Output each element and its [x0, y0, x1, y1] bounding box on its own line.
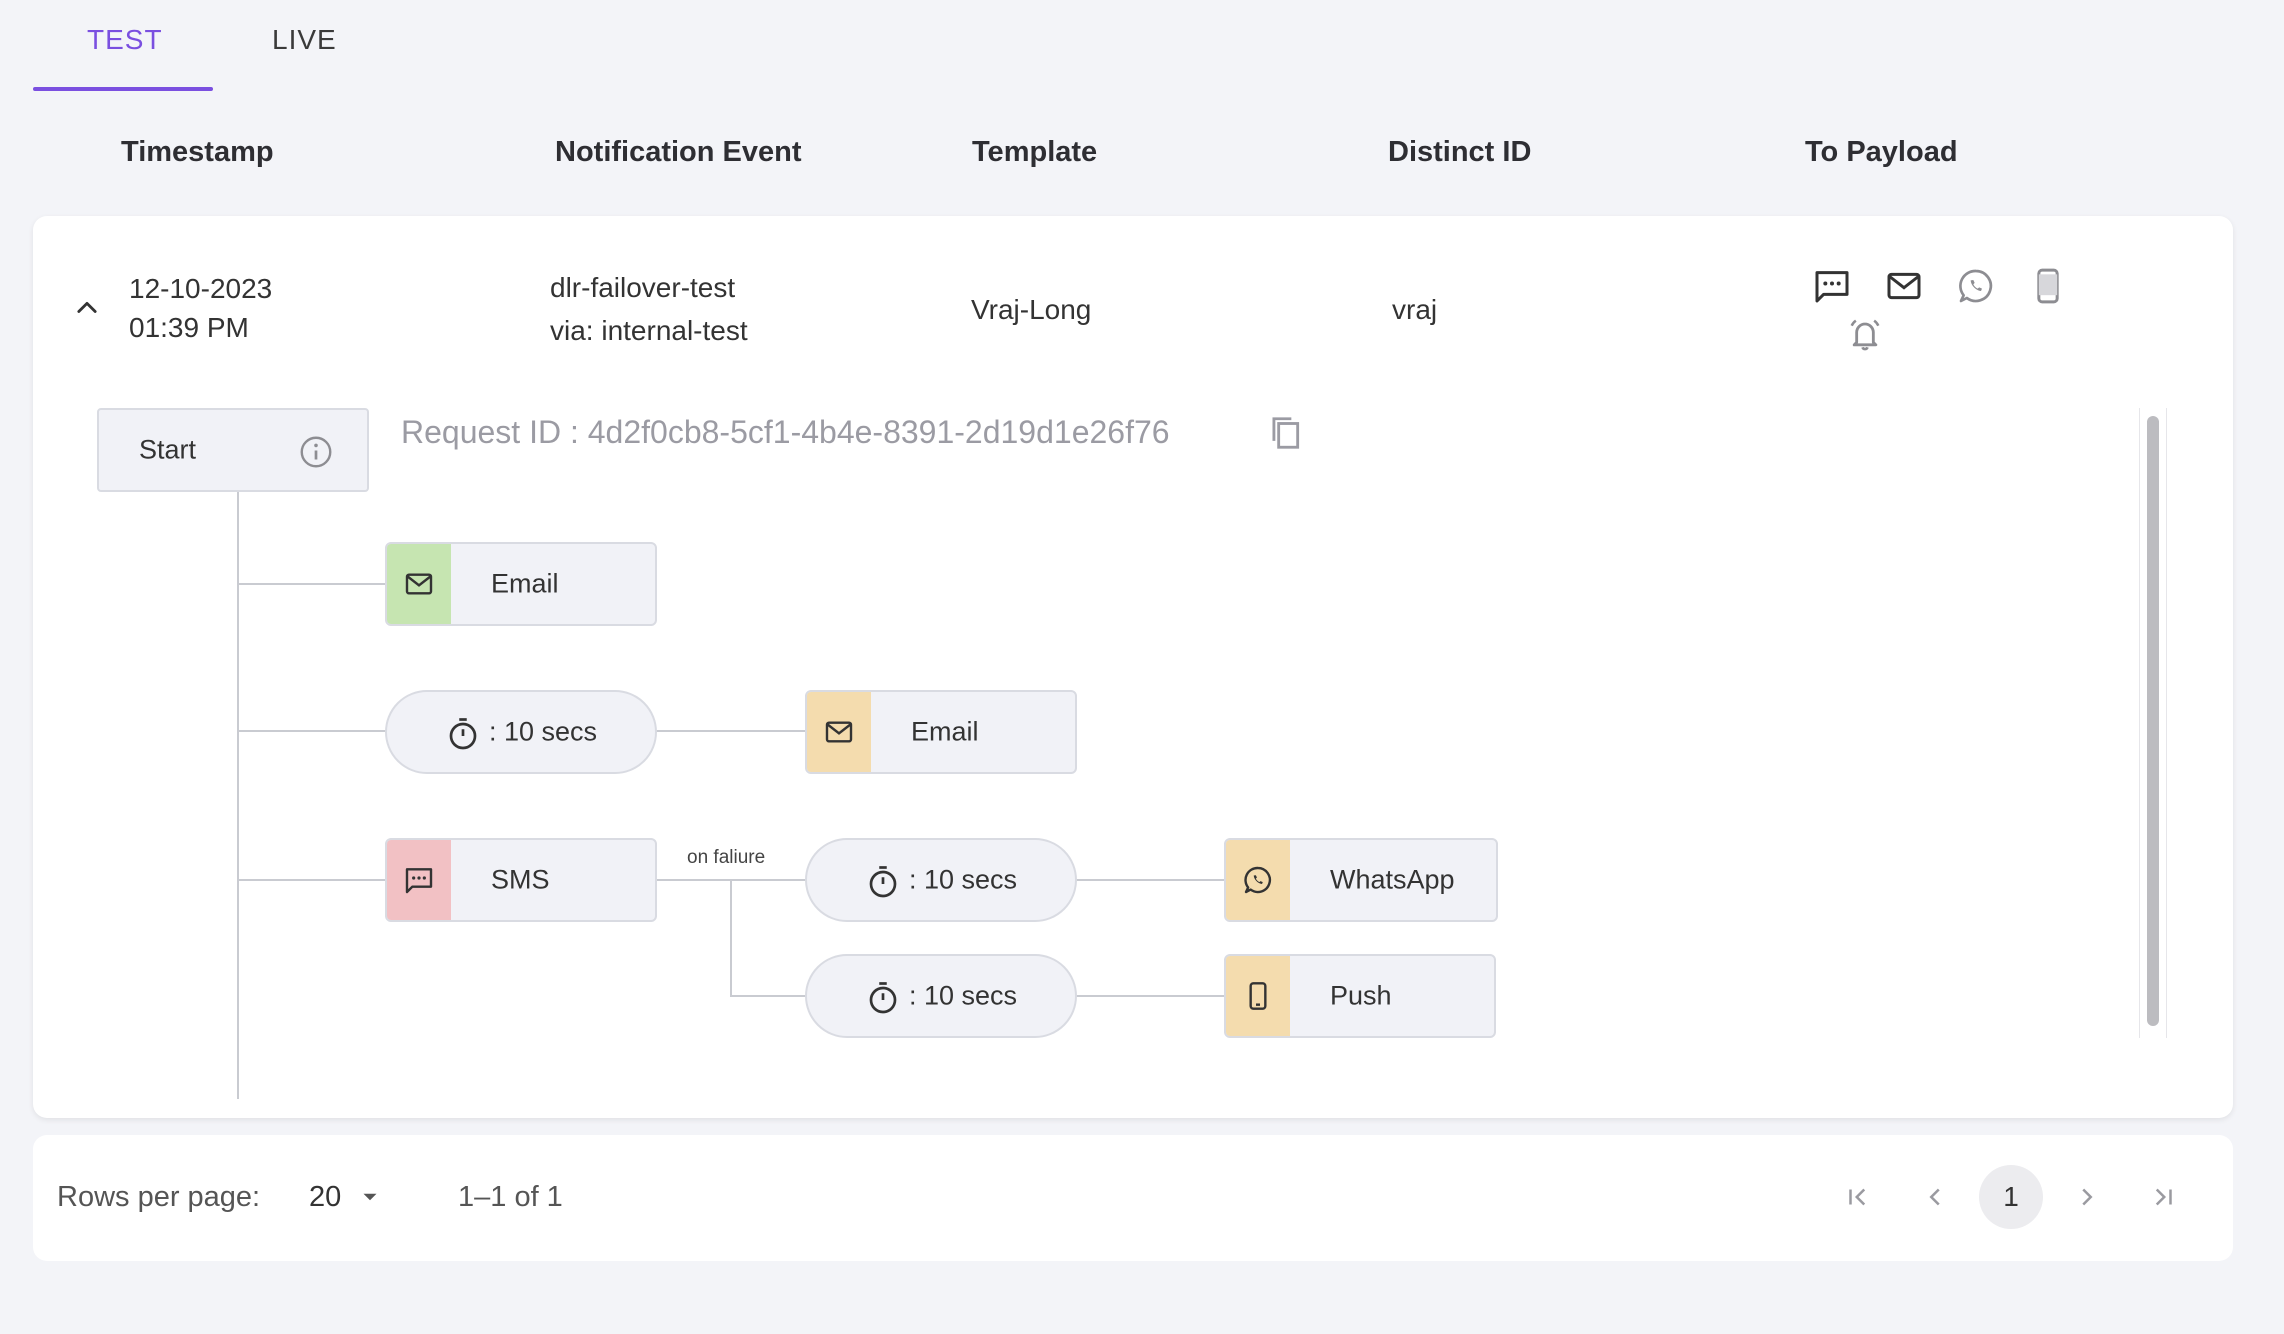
previous-page-button[interactable] — [1903, 1165, 1967, 1229]
on-failure-label: on faliure — [687, 847, 766, 868]
whatsapp-status-indicator — [1226, 840, 1290, 920]
first-page-button[interactable] — [1826, 1165, 1890, 1229]
start-node[interactable]: Start — [97, 408, 369, 492]
whatsapp-icon — [1244, 866, 1272, 894]
tab-live[interactable]: LIVE — [272, 24, 337, 56]
connector-line — [1075, 995, 1225, 997]
email-status-indicator — [387, 544, 451, 624]
connector-line — [237, 879, 387, 881]
expanded-table-row: 12-10-2023 01:39 PM dlr-failover-test vi… — [33, 216, 2233, 1118]
column-header-notification-event: Notification Event — [555, 136, 802, 168]
start-label: Start — [139, 434, 197, 465]
connector-line — [237, 730, 387, 732]
email-node-label: Email — [491, 568, 559, 599]
last-page-icon — [2155, 1188, 2172, 1206]
workflow-diagram: Start Request ID : 4d2f0cb8-5cf1-4b4e-83… — [33, 216, 2233, 1118]
pagination-bar: Rows per page: 20 1–1 of 1 1 — [33, 1135, 2233, 1261]
tab-test[interactable]: TEST — [87, 24, 163, 56]
caret-down-icon — [363, 1193, 377, 1201]
rows-per-page-select[interactable]: 20 — [309, 1175, 383, 1219]
sms-node[interactable]: SMS — [385, 838, 657, 922]
delay-label: : 10 secs — [489, 716, 598, 747]
page-1-button[interactable]: 1 — [1979, 1165, 2043, 1229]
push-node-label: Push — [1330, 980, 1392, 1011]
connector-line — [730, 995, 806, 997]
delay-node[interactable]: : 10 secs — [805, 954, 1077, 1038]
column-header-template: Template — [972, 136, 1098, 168]
connector-line — [1075, 879, 1225, 881]
next-page-button[interactable] — [2055, 1165, 2119, 1229]
column-header-distinct-id: Distinct ID — [1388, 136, 1532, 168]
delay-label: : 10 secs — [909, 980, 1018, 1011]
pagination-range: 1–1 of 1 — [458, 1181, 563, 1213]
push-status-indicator — [1226, 956, 1290, 1036]
email-icon — [405, 573, 433, 595]
sms-icon — [405, 868, 433, 894]
first-page-icon — [1849, 1188, 1866, 1206]
email-icon — [825, 721, 853, 743]
delay-node[interactable]: : 10 secs — [385, 690, 657, 774]
rows-per-page-value: 20 — [309, 1180, 342, 1213]
info-icon[interactable] — [298, 434, 334, 470]
active-tab-indicator — [33, 87, 213, 91]
stopwatch-icon — [449, 718, 477, 750]
scrollbar-thumb[interactable] — [2147, 416, 2159, 1026]
copy-icon[interactable] — [1266, 412, 1304, 454]
delay-node[interactable]: : 10 secs — [805, 838, 1077, 922]
connector-line — [730, 879, 732, 996]
connector-line — [237, 583, 387, 585]
request-id: Request ID : 4d2f0cb8-5cf1-4b4e-8391-2d1… — [401, 414, 1170, 450]
column-header-to-payload: To Payload — [1805, 136, 1958, 168]
rows-per-page-label: Rows per page: — [57, 1181, 261, 1213]
chevron-left-icon — [1929, 1188, 1940, 1206]
mobile-push-icon — [1249, 982, 1267, 1010]
delay-label: : 10 secs — [909, 864, 1018, 895]
chevron-right-icon — [2082, 1188, 2093, 1206]
whatsapp-node[interactable]: WhatsApp — [1224, 838, 1498, 922]
push-node[interactable]: Push — [1224, 954, 1496, 1038]
whatsapp-node-label: WhatsApp — [1330, 864, 1455, 895]
email-status-indicator — [807, 692, 871, 772]
connector-line — [656, 730, 806, 732]
last-page-button[interactable] — [2131, 1165, 2195, 1229]
sms-status-indicator — [387, 840, 451, 920]
email-node[interactable]: Email — [805, 690, 1077, 774]
sms-node-label: SMS — [491, 864, 550, 895]
stopwatch-icon — [869, 866, 897, 898]
column-header-timestamp: Timestamp — [121, 136, 274, 168]
email-node[interactable]: Email — [385, 542, 657, 626]
stopwatch-icon — [869, 982, 897, 1014]
email-node-label: Email — [911, 716, 979, 747]
tab-bar: TEST LIVE — [33, 0, 593, 92]
